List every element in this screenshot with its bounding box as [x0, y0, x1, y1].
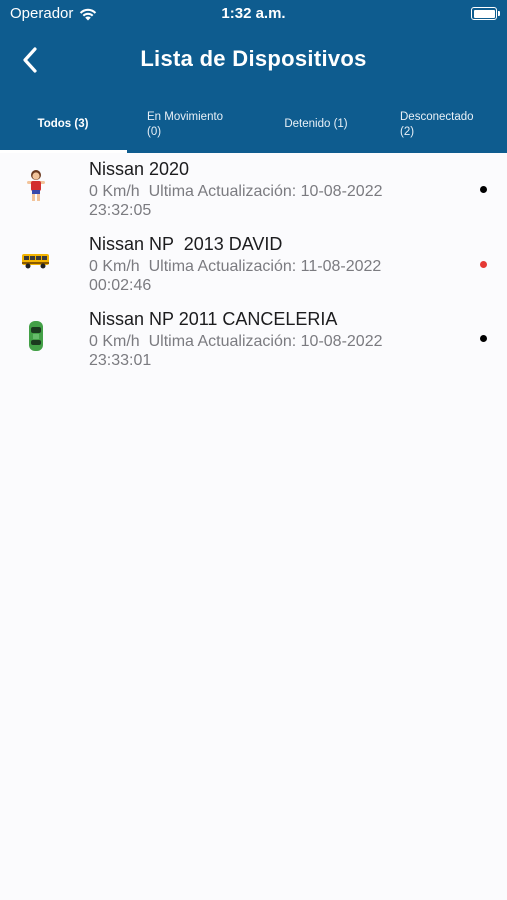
status-dot — [480, 335, 487, 342]
device-info: 0 Km/h Ultima Actualización: 11-08-2022 … — [89, 258, 382, 294]
tab-label: Desconectado (2) — [400, 110, 474, 138]
device-name: Nissan NP 2013 DAVID — [89, 234, 283, 254]
tab-label: En Movimiento (0) — [147, 110, 224, 138]
status-dot — [480, 261, 487, 268]
list-item[interactable]: Nissan NP 2011 CANCELERIA 0 Km/h Ultima … — [0, 303, 507, 378]
tab-en-movimiento[interactable]: En Movimiento (0) — [127, 96, 253, 153]
tab-label: Detenido (1) — [284, 118, 348, 130]
tab-desconectado[interactable]: Desconectado (2) — [380, 96, 506, 153]
list-item[interactable]: Nissan 2020 0 Km/h Ultima Actualización:… — [0, 153, 507, 228]
status-time: 1:32 a.m. — [221, 5, 286, 22]
navigation-bar: Lista de Dispositivos — [0, 30, 507, 90]
device-list: Nissan 2020 0 Km/h Ultima Actualización:… — [0, 153, 507, 378]
status-bar: Operador 1:32 a.m. — [0, 0, 507, 28]
device-info: 0 Km/h Ultima Actualización: 10-08-2022 … — [89, 333, 383, 369]
status-dot — [480, 186, 487, 193]
tab-detenido[interactable]: Detenido (1) — [253, 96, 379, 153]
page-title: Lista de Dispositivos — [140, 46, 367, 71]
tab-label: Todos (3) — [37, 118, 89, 130]
battery-icon — [471, 7, 500, 20]
device-info: 0 Km/h Ultima Actualización: 10-08-2022 … — [89, 183, 383, 219]
bus-icon — [19, 244, 53, 278]
filter-tabs: Todos (3) En Movimiento (0) Detenido (1)… — [0, 96, 507, 153]
person-icon — [19, 169, 53, 203]
tab-todos[interactable]: Todos (3) — [0, 96, 126, 153]
device-name: Nissan 2020 — [89, 159, 190, 179]
device-name: Nissan NP 2011 CANCELERIA — [89, 309, 338, 329]
header-area: Operador 1:32 a.m. Lista de Dispositivos… — [0, 0, 507, 153]
list-item[interactable]: Nissan NP 2013 DAVID 0 Km/h Ultima Actua… — [0, 228, 507, 303]
green-car-icon — [19, 319, 53, 353]
